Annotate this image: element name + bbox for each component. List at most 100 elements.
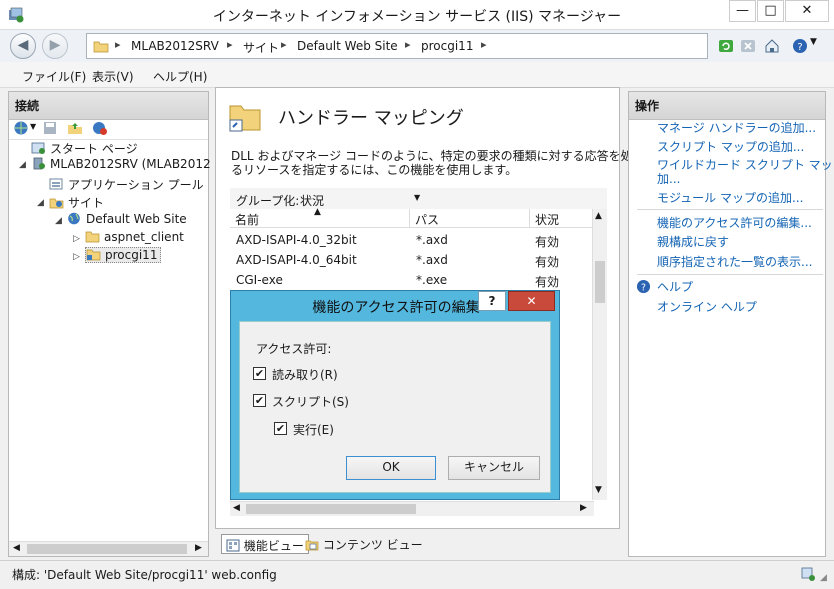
tree-item-sites[interactable]: サイト xyxy=(49,194,104,211)
tab-features-view[interactable]: 機能ビュー xyxy=(221,534,309,554)
disconnect-icon[interactable] xyxy=(92,120,108,136)
menu-file[interactable]: ファイル(F) xyxy=(22,68,86,85)
action-add-module-map[interactable]: モジュール マップの追加... xyxy=(657,192,803,205)
refresh-icon[interactable] xyxy=(718,38,734,54)
tree-item-default-web-site[interactable]: Default Web Site xyxy=(67,212,187,226)
tree-item-procgi11[interactable]: procgi11 xyxy=(85,247,162,263)
help-icon: ? xyxy=(636,279,651,293)
grid-vertical-scrollbar[interactable]: ▲ ▼ xyxy=(592,209,607,500)
tree-item-aspnet-client[interactable]: aspnet_client xyxy=(85,230,184,244)
edit-feature-permissions-dialog: 機能のアクセス許可の編集 ? ✕ アクセス許可: ✔ 読み取り(R) ✔ スクリ… xyxy=(230,290,560,500)
read-checkbox[interactable]: ✔ xyxy=(253,367,266,380)
action-revert-to-parent[interactable]: 親構成に戻す xyxy=(657,236,729,249)
breadcrumb-procgi11[interactable]: procgi11 xyxy=(421,39,473,53)
scroll-thumb[interactable] xyxy=(246,504,416,514)
expand-default-web-site-icon[interactable]: ◢ xyxy=(55,216,62,226)
view-tabs: 機能ビュー コンテンツ ビュー xyxy=(215,532,620,556)
cancel-button[interactable]: キャンセル xyxy=(448,456,540,480)
breadcrumb-separator: ▸ xyxy=(115,38,121,51)
connect-dropdown-icon[interactable]: ▼ xyxy=(30,122,36,131)
close-button[interactable]: ✕ xyxy=(785,0,829,22)
stop-icon[interactable] xyxy=(740,38,756,54)
action-add-wildcard-script-map[interactable]: ワイルドカード スクリプト マップの追 xyxy=(657,159,834,172)
page-description: DLL およびマネージ コードのように、特定の要求の種類に対する応答を処理す る… xyxy=(231,149,657,177)
server-icon xyxy=(33,157,45,170)
table-row[interactable]: AXD-ISAPI-4.0_64bit xyxy=(236,253,357,267)
scroll-left-icon[interactable]: ◀ xyxy=(233,503,240,513)
home-icon[interactable] xyxy=(764,38,780,54)
back-button[interactable]: ◀ xyxy=(10,33,36,59)
action-edit-feature-permissions[interactable]: 機能のアクセス許可の編集... xyxy=(657,217,812,230)
connections-toolbar: ▼ xyxy=(9,116,208,140)
group-by-label: グループ化: xyxy=(236,194,300,208)
forward-arrow-icon: ▶ xyxy=(49,37,61,53)
forward-button[interactable]: ▶ xyxy=(42,33,68,59)
row-path: *.axd xyxy=(416,233,448,247)
action-add-script-map[interactable]: スクリプト マップの追加... xyxy=(657,141,804,154)
check-icon: ✔ xyxy=(254,367,265,380)
dialog-close-button[interactable]: ✕ xyxy=(508,291,555,311)
address-bar[interactable]: ▸ MLAB2012SRV ▸ サイト ▸ Default Web Site ▸… xyxy=(86,33,708,59)
table-row[interactable]: AXD-ISAPI-4.0_32bit xyxy=(236,233,357,247)
read-label[interactable]: 読み取り(R) xyxy=(272,366,338,383)
row-state: 有効 xyxy=(535,235,560,249)
page-title: ハンドラー マッピング xyxy=(278,108,464,129)
action-add-managed-handler[interactable]: マネージ ハンドラーの追加... xyxy=(657,122,816,135)
scroll-thumb[interactable] xyxy=(27,544,187,554)
expand-sites-icon[interactable]: ◢ xyxy=(37,198,44,208)
breadcrumb-separator: ▸ xyxy=(281,38,287,51)
minimize-button[interactable]: — xyxy=(729,0,756,22)
table-row[interactable]: CGI-exe xyxy=(236,273,283,287)
action-online-help[interactable]: オンライン ヘルプ xyxy=(657,301,757,314)
application-folder-icon xyxy=(86,249,101,261)
tree-item-application-pools[interactable]: アプリケーション プール xyxy=(49,176,204,193)
help-dropdown-icon[interactable]: ▼ xyxy=(810,37,817,47)
save-icon[interactable] xyxy=(42,120,58,136)
group-by-bar: グループ化: 状況 ▼ xyxy=(230,188,607,210)
expand-server-icon[interactable]: ◢ xyxy=(19,160,26,170)
group-by-dropdown-icon[interactable]: ▼ xyxy=(414,193,420,202)
action-view-ordered-list[interactable]: 順序指定された一覧の表示... xyxy=(657,256,812,269)
script-label[interactable]: スクリプト(S) xyxy=(272,393,349,410)
scroll-up-icon[interactable]: ▲ xyxy=(595,211,602,221)
title-bar: インターネット インフォメーション サービス (IIS) マネージャー — □ … xyxy=(0,0,834,30)
scroll-right-icon[interactable]: ▶ xyxy=(580,503,587,513)
execute-label[interactable]: 実行(E) xyxy=(293,421,334,438)
expand-procgi11-icon[interactable]: ▷ xyxy=(73,252,80,262)
action-help[interactable]: ヘルプ xyxy=(657,281,693,294)
server-status-icon xyxy=(801,567,815,581)
application-pool-icon xyxy=(49,178,63,190)
window-title: インターネット インフォメーション サービス (IIS) マネージャー xyxy=(212,9,622,25)
scroll-down-icon[interactable]: ▼ xyxy=(595,485,602,495)
column-path[interactable]: パス xyxy=(410,209,530,228)
action-add-wildcard-script-map-cont[interactable]: 加... xyxy=(657,173,680,186)
status-text: 構成: 'Default Web Site/procgi11' web.conf… xyxy=(12,568,277,582)
ok-button[interactable]: OK xyxy=(346,456,436,480)
scroll-right-icon[interactable]: ▶ xyxy=(195,543,202,553)
tree-item-server[interactable]: MLAB2012SRV (MLAB2012 xyxy=(31,157,211,171)
script-checkbox[interactable]: ✔ xyxy=(253,394,266,407)
breadcrumb-sites[interactable]: サイト xyxy=(243,39,279,56)
help-icon[interactable]: ? xyxy=(792,38,808,54)
maximize-button[interactable]: □ xyxy=(757,0,784,22)
up-folder-icon[interactable] xyxy=(67,120,83,136)
tab-content-view[interactable]: コンテンツ ビュー xyxy=(301,534,427,554)
grid-horizontal-scrollbar[interactable]: ◀ ▶ xyxy=(230,501,594,516)
scroll-left-icon[interactable]: ◀ xyxy=(13,543,20,553)
expand-aspnet-client-icon[interactable]: ▷ xyxy=(73,234,80,244)
dialog-body: アクセス許可: ✔ 読み取り(R) ✔ スクリプト(S) ✔ 実行(E) OK … xyxy=(239,321,551,493)
breadcrumb-separator: ▸ xyxy=(227,38,233,51)
connections-horizontal-scrollbar[interactable]: ◀ ▶ xyxy=(9,541,208,556)
scroll-thumb[interactable] xyxy=(595,261,605,303)
breadcrumb-default-web-site[interactable]: Default Web Site xyxy=(297,39,398,53)
resize-grip-icon[interactable]: ◢ xyxy=(820,573,827,583)
dialog-help-button[interactable]: ? xyxy=(478,291,506,311)
folder-icon xyxy=(85,231,100,243)
menu-help[interactable]: ヘルプ(H) xyxy=(153,68,207,85)
menu-view[interactable]: 表示(V) xyxy=(92,68,134,85)
execute-checkbox[interactable]: ✔ xyxy=(274,422,287,435)
connect-globe-icon[interactable] xyxy=(13,120,29,136)
column-state[interactable]: 状況 xyxy=(530,209,594,228)
breadcrumb-server[interactable]: MLAB2012SRV xyxy=(131,39,219,53)
tree-item-start-page[interactable]: スタート ページ xyxy=(31,140,138,157)
